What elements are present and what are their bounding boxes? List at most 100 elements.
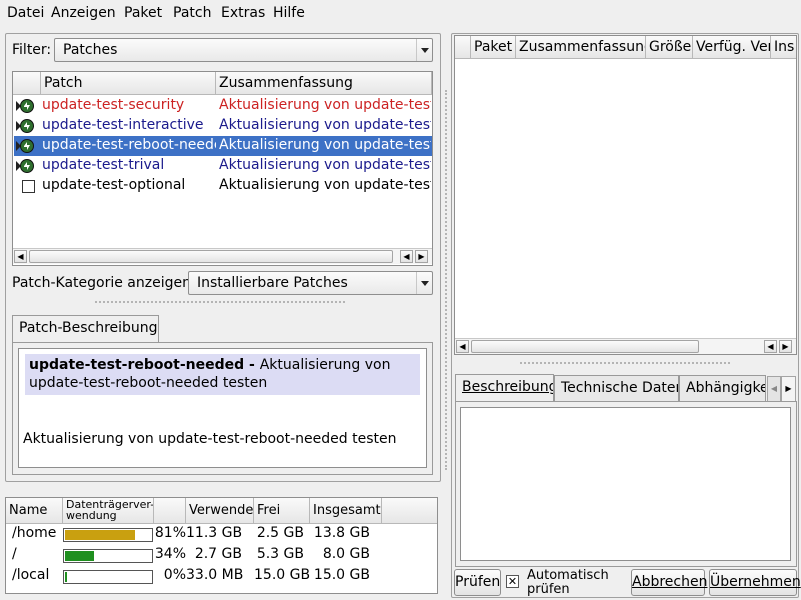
package-header-summary[interactable]: Zusammenfassung: [516, 36, 646, 59]
scroll-left-icon[interactable]: ◀: [400, 250, 413, 263]
vertical-splitter[interactable]: [445, 90, 447, 470]
accept-button[interactable]: Übernehmen: [709, 569, 801, 596]
cancel-button-label: Abbrechen: [632, 574, 708, 590]
description-summary-first: Aktualisierung von: [259, 357, 391, 373]
check-button-label: Prüfen: [455, 574, 501, 590]
package-table-hscrollbar[interactable]: ◀ ◀ ▶: [455, 338, 796, 354]
disk-usage-fill: [65, 572, 67, 582]
menu-anzeigen[interactable]: Anzeigen: [51, 5, 116, 21]
tab-abhaengigkeiten-label: Abhängigke: [686, 380, 766, 396]
auto-check-line2: prüfen: [527, 582, 570, 597]
package-header-size[interactable]: Größe: [646, 36, 693, 59]
patch-summary: Aktualisierung von update-test-o: [219, 177, 431, 193]
tab-technische-daten-label: Technische Daten: [561, 380, 679, 396]
disk-header-free[interactable]: Frei: [254, 498, 310, 524]
update-icon[interactable]: [15, 118, 35, 134]
update-icon[interactable]: [15, 98, 35, 114]
update-icon[interactable]: [15, 158, 35, 174]
disk-header-used[interactable]: Verwendet: [186, 498, 254, 524]
patch-name: update-test-security: [42, 97, 185, 113]
disk-percent: 0%: [163, 567, 186, 583]
update-icon[interactable]: [15, 138, 35, 154]
scroll-right-icon[interactable]: ▶: [415, 250, 428, 263]
accept-button-label: Übernehmen: [710, 574, 801, 590]
auto-check-line1: Automatisch: [527, 568, 609, 583]
splitter-handle[interactable]: [95, 301, 345, 303]
description-highlight: update-test-reboot-needed - Aktualisieru…: [25, 354, 420, 395]
category-value: Installierbare Patches: [197, 275, 348, 291]
disk-header-filler: [382, 498, 437, 524]
tab-scroll-left[interactable]: ◀: [767, 376, 781, 402]
tab-scroll-right[interactable]: ▶: [781, 376, 796, 402]
disk-header-usage-line2: wendung: [66, 509, 117, 522]
disk-used: 11.3 GB: [186, 525, 243, 541]
patch-table-header-status[interactable]: [13, 72, 41, 95]
patch-table-header-summary[interactable]: Zusammenfassung: [216, 72, 432, 95]
patch-row[interactable]: update-test-optional Aktualisierung von u…: [14, 176, 432, 196]
disk-usage-bar: [63, 570, 153, 584]
patch-row[interactable]: update-test-reboot-needed Aktualisierung …: [14, 136, 432, 156]
filter-combo[interactable]: Patches: [54, 38, 433, 62]
disk-usage-fill: [65, 551, 94, 561]
disk-header-spacer: [154, 498, 186, 524]
disk-name: /: [12, 546, 17, 562]
scroll-left-icon[interactable]: ◀: [14, 250, 27, 263]
disk-header-usage[interactable]: Datenträgerver- wendung: [63, 498, 154, 524]
package-header-installed[interactable]: Ins: [771, 36, 796, 59]
category-combo[interactable]: Installierbare Patches: [188, 271, 433, 295]
menu-datei[interactable]: Datei: [7, 5, 44, 21]
patch-name: update-test-optional: [42, 177, 186, 193]
package-header-paket[interactable]: Paket: [471, 36, 516, 59]
menu-hilfe[interactable]: Hilfe: [273, 5, 305, 21]
patch-summary: Aktualisierung von update-test-in: [219, 117, 431, 133]
disk-percent: 81%: [154, 525, 186, 541]
scroll-thumb[interactable]: [29, 250, 393, 263]
patch-table-header-patch[interactable]: Patch: [41, 72, 216, 95]
scroll-thumb[interactable]: [471, 340, 699, 353]
disk-total: 13.8 GB: [313, 525, 370, 541]
tab-patch-beschreibung[interactable]: Patch-Beschreibung: [12, 315, 159, 342]
description-view: update-test-reboot-needed - Aktualisieru…: [18, 348, 427, 468]
patch-summary: Aktualisierung von update-test-s: [219, 97, 431, 113]
disk-usage-fill: [65, 530, 135, 540]
menu-extras[interactable]: Extras: [221, 5, 265, 21]
patch-row[interactable]: update-test-security Aktualisierung von u…: [14, 96, 432, 116]
patch-row[interactable]: update-test-trival Aktualisierung von upd…: [14, 156, 432, 176]
scroll-left-icon[interactable]: ◀: [456, 340, 469, 353]
disk-header-name[interactable]: Name: [6, 498, 63, 524]
tab-technische-daten[interactable]: Technische Daten: [554, 375, 679, 402]
check-button[interactable]: Prüfen: [454, 569, 501, 596]
package-table: Paket Zusammenfassung Größe Verfüg. Ver.…: [454, 35, 797, 355]
detail-view: [460, 407, 791, 561]
disk-usage-table: Name Datenträgerver- wendung Verwendet F…: [5, 497, 438, 594]
patch-table-hscrollbar[interactable]: ◀ ◀ ▶: [13, 248, 432, 264]
checkbox-icon[interactable]: [15, 178, 35, 194]
tab-abhaengigkeiten[interactable]: Abhängigke: [679, 375, 766, 402]
disk-header-total[interactable]: Insgesamt: [310, 498, 382, 524]
scroll-left-icon[interactable]: ◀: [764, 340, 777, 353]
menu-paket[interactable]: Paket: [124, 5, 162, 21]
disk-total: 15.0 GB: [313, 567, 370, 583]
disk-used: 33.0 MB: [186, 567, 244, 583]
package-header-available[interactable]: Verfüg. Ver.: [693, 36, 771, 59]
auto-check-checkbox[interactable]: ✕: [506, 575, 519, 588]
splitter-handle[interactable]: [520, 362, 730, 364]
category-label: Patch-Kategorie anzeigen:: [12, 275, 196, 291]
patch-row[interactable]: update-test-interactive Aktualisierung vo…: [14, 116, 432, 136]
cancel-button[interactable]: Abbrechen: [631, 569, 708, 596]
auto-check-label[interactable]: Automatisch prüfen: [527, 569, 609, 597]
tab-beschreibung[interactable]: Beschreibung: [455, 374, 554, 401]
description-summary-second: update-test-reboot-needed testen: [29, 375, 268, 391]
patch-table: Patch Zusammenfassung update-test-securi…: [12, 71, 433, 266]
menu-bar: Datei Anzeigen Paket Patch Extras Hilfe: [0, 0, 801, 28]
disk-usage-bar: [63, 528, 153, 542]
filter-label: Filter:: [12, 42, 52, 58]
patch-name: update-test-interactive: [42, 117, 204, 133]
disk-percent: 34%: [154, 546, 186, 562]
disk-used: 2.7 GB: [194, 546, 242, 562]
scroll-right-icon[interactable]: ▶: [779, 340, 792, 353]
package-header-status[interactable]: [455, 36, 471, 59]
menu-patch[interactable]: Patch: [173, 5, 211, 21]
patch-summary: Aktualisierung von update-test-re: [219, 137, 431, 153]
description-title-separator: -: [244, 357, 260, 373]
